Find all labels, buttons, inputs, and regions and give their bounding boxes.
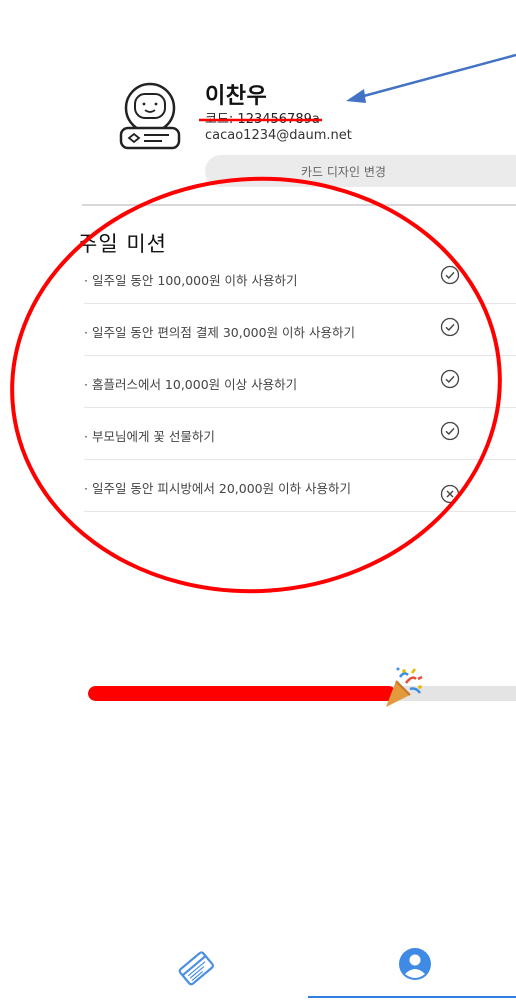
mission-label: · 홈플러스에서 10,000원 이상 사용하기 <box>84 377 298 392</box>
card-design-change-button[interactable]: 카드 디자인 변경 <box>205 155 516 187</box>
robot-avatar-icon <box>119 82 181 150</box>
mission-item: · 일주일 동안 100,000원 이하 사용하기 <box>84 256 516 304</box>
mission-label: · 일주일 동안 100,000원 이하 사용하기 <box>84 273 298 288</box>
user-name: 이찬우 <box>205 84 268 109</box>
mission-item: · 부모님에게 꽃 선물하기 <box>84 412 516 460</box>
party-popper-icon <box>386 667 423 707</box>
x-circle-icon <box>440 484 460 504</box>
mission-label: · 부모님에게 꽃 선물하기 <box>84 429 215 444</box>
mission-list: · 일주일 동안 100,000원 이하 사용하기 · 일주일 동안 편의점 결… <box>84 256 516 516</box>
user-code: 코드: 123456789a <box>205 112 320 127</box>
mission-progress-fill <box>88 686 396 701</box>
mission-item: · 홈플러스에서 10,000원 이상 사용하기 <box>84 360 516 408</box>
section-divider <box>82 204 516 206</box>
mission-label: · 일주일 동안 피시방에서 20,000원 이하 사용하기 <box>84 481 352 496</box>
mission-progress-bar <box>88 686 516 701</box>
mission-item: · 일주일 동안 편의점 결제 30,000원 이하 사용하기 <box>84 308 516 356</box>
user-email: cacao1234@daum.net <box>205 128 352 143</box>
credit-card-icon[interactable] <box>176 948 216 988</box>
check-circle-icon <box>440 421 460 441</box>
nav-active-indicator <box>308 996 516 998</box>
check-circle-icon <box>440 317 460 337</box>
check-circle-icon <box>440 369 460 389</box>
check-circle-icon <box>440 265 460 285</box>
mission-item: · 일주일 동안 피시방에서 20,000원 이하 사용하기 <box>84 464 516 512</box>
mission-section-title: 주일 미션 <box>78 232 167 256</box>
mission-label: · 일주일 동안 편의점 결제 30,000원 이하 사용하기 <box>84 325 356 340</box>
user-circle-icon[interactable] <box>398 947 432 981</box>
